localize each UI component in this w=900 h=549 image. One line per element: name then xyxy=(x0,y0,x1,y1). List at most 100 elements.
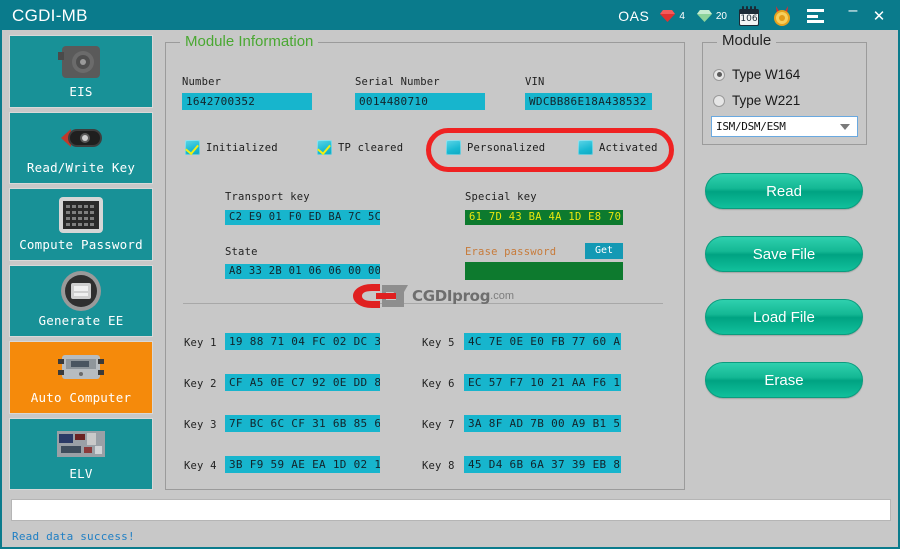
sidebar-item-compute-password[interactable]: Compute Password xyxy=(9,188,153,261)
load-file-button[interactable]: Load File xyxy=(705,299,863,335)
circuit-board-icon xyxy=(57,431,105,462)
green-gem-counter[interactable]: 20 xyxy=(696,10,727,22)
red-gem-count: 4 xyxy=(679,10,685,22)
checkbox-label: Activated xyxy=(599,141,658,154)
serial-number-label: Serial Number xyxy=(355,76,440,88)
save-file-button[interactable]: Save File xyxy=(705,236,863,272)
sidebar-item-generate-ee[interactable]: Generate EE xyxy=(9,264,153,337)
module-type-panel: Module Type W164 Type W221 ISM/DSM/ESM xyxy=(702,32,867,145)
cgdiprog-watermark: CGDIprog .com xyxy=(352,283,514,309)
chevron-down-icon xyxy=(840,123,850,130)
checkbox-label: Initialized xyxy=(206,141,278,154)
radio-button-icon xyxy=(713,94,725,107)
watermark-suffix: .com xyxy=(490,290,514,302)
checkbox-box-icon xyxy=(185,140,200,155)
log-output-field[interactable] xyxy=(11,499,891,521)
sidebar-item-eis[interactable]: EIS xyxy=(9,35,153,108)
sidebar-item-label: Compute Password xyxy=(19,236,143,252)
status-message: Read data success! xyxy=(12,530,135,543)
radio-label: Type W164 xyxy=(732,67,801,82)
sidebar-item-auto-computer[interactable]: Auto Computer xyxy=(9,341,153,414)
special-key-label: Special key xyxy=(465,191,537,203)
keypad-icon xyxy=(59,196,103,238)
module-select-value: ISM/DSM/ESM xyxy=(716,120,786,133)
state-label: State xyxy=(225,246,258,258)
module-select-dropdown[interactable]: ISM/DSM/ESM xyxy=(711,116,858,137)
sidebar: EIS Read/Write Key Compute Password Gene… xyxy=(9,35,153,490)
ecu-icon xyxy=(56,351,106,390)
sidebar-item-label: EIS xyxy=(69,83,93,99)
key-1-label: Key 1 xyxy=(184,337,217,349)
number-label: Number xyxy=(182,76,222,88)
module-information-title: Module Information xyxy=(180,33,319,50)
app-title: CGDI-MB xyxy=(12,6,88,25)
checkbox-box-icon xyxy=(446,140,461,155)
state-field[interactable]: A8 33 2B 01 06 06 00 00 xyxy=(225,264,380,279)
green-diamond-icon xyxy=(696,10,712,22)
special-key-field[interactable]: 61 7D 43 BA 4A 1D E8 70 xyxy=(465,210,623,225)
radio-label: Type W221 xyxy=(732,93,801,108)
key-1-field[interactable]: 19 88 71 04 FC 02 DC 35 xyxy=(225,333,380,350)
red-diamond-icon xyxy=(660,10,676,22)
erase-password-field[interactable] xyxy=(465,262,623,280)
sidebar-item-read-write-key[interactable]: Read/Write Key xyxy=(9,111,153,184)
eis-module-icon xyxy=(58,43,104,86)
checkbox-activated[interactable]: Activated xyxy=(578,140,658,155)
checkbox-initialized[interactable]: Initialized xyxy=(185,140,278,155)
key-8-field[interactable]: 45 D4 6B 6A 37 39 EB 80 xyxy=(464,456,621,473)
watermark-text: CGDIprog xyxy=(412,287,491,305)
vin-label: VIN xyxy=(525,76,545,88)
key-3-field[interactable]: 7F BC 6C CF 31 6B 85 64 xyxy=(225,415,380,432)
read-button[interactable]: Read xyxy=(705,173,863,209)
key-4-label: Key 4 xyxy=(184,460,217,472)
radio-type-w221[interactable]: Type W221 xyxy=(713,93,800,108)
medal-icon[interactable] xyxy=(771,5,793,27)
key-2-field[interactable]: CF A5 0E C7 92 0E DD 8B xyxy=(225,374,380,391)
close-button[interactable]: ✕ xyxy=(866,7,892,25)
checkbox-box-icon xyxy=(578,140,593,155)
sidebar-item-label: Generate EE xyxy=(38,313,124,328)
key-8-label: Key 8 xyxy=(422,460,455,472)
sidebar-item-label: ELV xyxy=(69,466,93,481)
erase-button[interactable]: Erase xyxy=(705,362,863,398)
chip-circle-icon xyxy=(60,270,102,317)
calendar-count: 106 xyxy=(740,14,758,24)
radio-type-w164[interactable]: Type W164 xyxy=(713,67,800,82)
title-bar: CGDI-MB OAS 4 20 106 – ✕ xyxy=(2,2,898,30)
key-7-label: Key 7 xyxy=(422,419,455,431)
checkbox-personalized[interactable]: Personalized xyxy=(446,140,545,155)
oas-label: OAS xyxy=(618,8,650,24)
key-2-label: Key 2 xyxy=(184,378,217,390)
get-button[interactable]: Get xyxy=(585,243,623,259)
erase-password-label: Erase password xyxy=(465,246,557,258)
green-gem-count: 20 xyxy=(715,10,727,22)
red-gem-counter[interactable]: 4 xyxy=(660,10,685,22)
key-4-field[interactable]: 3B F9 59 AE EA 1D 02 1D xyxy=(225,456,380,473)
key-3-label: Key 3 xyxy=(184,419,217,431)
menu-icon[interactable] xyxy=(807,9,824,23)
transport-key-field[interactable]: C2 E9 01 F0 ED BA 7C 5C xyxy=(225,210,380,225)
checkbox-box-icon xyxy=(317,140,332,155)
title-bar-right-cluster: OAS 4 20 106 – ✕ xyxy=(618,2,898,30)
key-7-field[interactable]: 3A 8F AD 7B 00 A9 B1 5C xyxy=(464,415,621,432)
car-key-icon xyxy=(53,123,109,158)
sidebar-item-label: Read/Write Key xyxy=(26,160,136,175)
cg-logo-icon xyxy=(353,284,408,308)
key-5-label: Key 5 xyxy=(422,337,455,349)
sidebar-item-label: Auto Computer xyxy=(30,389,132,405)
key-6-field[interactable]: EC 57 F7 10 21 AA F6 12 xyxy=(464,374,621,391)
key-6-label: Key 6 xyxy=(422,378,455,390)
number-field[interactable]: 1642700352 xyxy=(182,93,312,110)
transport-key-label: Transport key xyxy=(225,191,310,203)
minimize-button[interactable]: – xyxy=(840,2,866,20)
checkbox-label: Personalized xyxy=(467,141,546,154)
radio-button-icon xyxy=(713,68,725,81)
app-window: CGDI-MB OAS 4 20 106 – ✕ EIS Read/Write … xyxy=(0,0,900,549)
sidebar-item-elv[interactable]: ELV xyxy=(9,417,153,490)
serial-number-field[interactable]: 0014480710 xyxy=(355,93,485,110)
calendar-icon[interactable]: 106 xyxy=(739,6,759,26)
key-5-field[interactable]: 4C 7E 0E E0 FB 77 60 A3 xyxy=(464,333,621,350)
checkbox-label: TP cleared xyxy=(338,141,404,154)
vin-field[interactable]: WDCBB86E18A438532 xyxy=(525,93,652,110)
checkbox-tp-cleared[interactable]: TP cleared xyxy=(317,140,403,155)
